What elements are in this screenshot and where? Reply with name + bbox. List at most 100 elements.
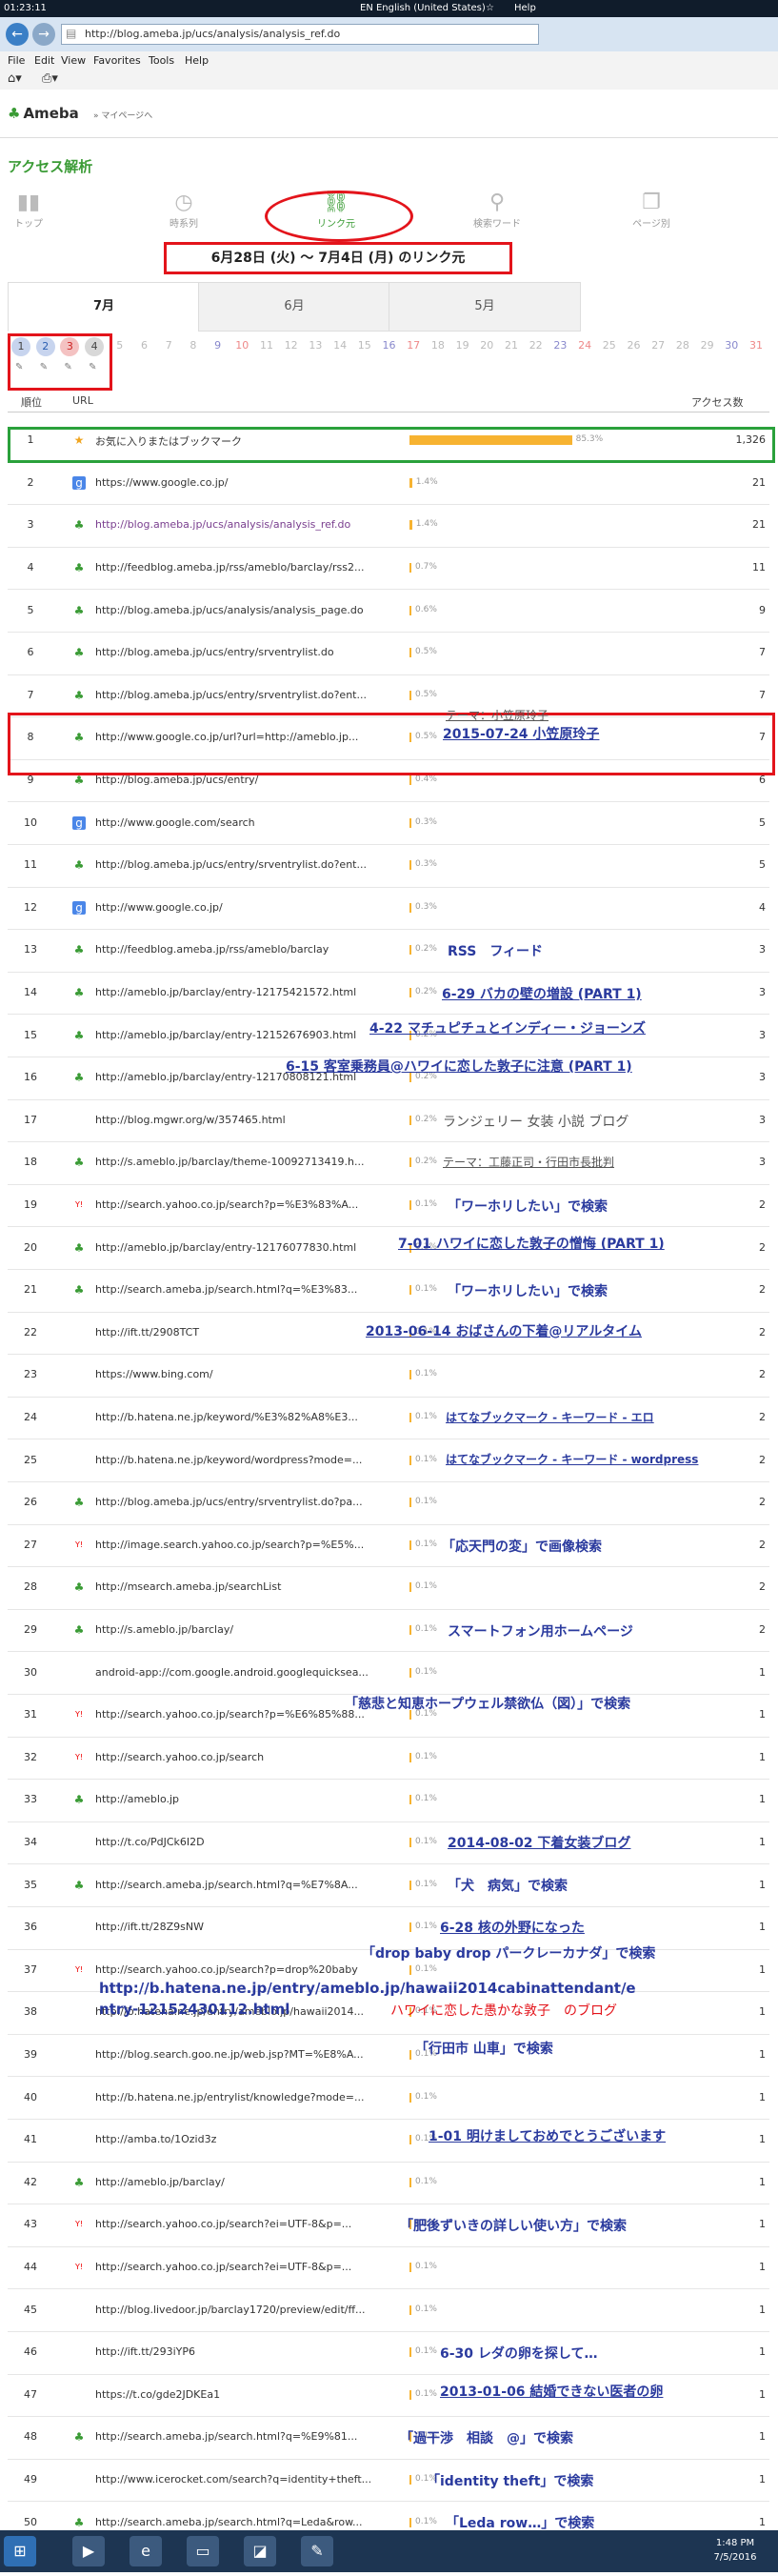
- ie-icon[interactable]: e: [130, 2536, 162, 2566]
- referrer-url[interactable]: http://ameblo.jp/barclay/: [95, 2176, 381, 2188]
- referrer-url[interactable]: http://blog.ameba.jp/ucs/entry/srventryl…: [95, 646, 381, 658]
- day-26[interactable]: 26: [624, 339, 645, 352]
- referrer-url[interactable]: http://blog.ameba.jp/ucs/entry/srventryl…: [95, 689, 381, 701]
- tab-pages[interactable]: ❐ ページ別: [604, 191, 699, 230]
- referrer-url[interactable]: http://search.ameba.jp/search.html?q=Led…: [95, 2516, 381, 2528]
- day-12[interactable]: 12: [281, 339, 302, 352]
- taskbar-app-icon[interactable]: ▶: [72, 2536, 105, 2566]
- referrer-url[interactable]: https://www.bing.com/: [95, 1368, 381, 1380]
- day-10[interactable]: 10: [231, 339, 252, 352]
- referrer-url[interactable]: http://feedblog.ameba.jp/rss/ameblo/barc…: [95, 561, 381, 574]
- language-indicator[interactable]: EN English (United States): [360, 3, 486, 13]
- menu-view[interactable]: View: [61, 54, 86, 67]
- day-29[interactable]: 29: [697, 339, 718, 352]
- day-15[interactable]: 15: [354, 339, 375, 352]
- referrer-url[interactable]: http://s.ameblo.jp/barclay/: [95, 1623, 381, 1636]
- referrer-url[interactable]: http://ift.tt/293iYP6: [95, 2345, 381, 2358]
- referrer-url[interactable]: http://t.co/PdJCk6I2D: [95, 1836, 381, 1848]
- day-23[interactable]: 23: [549, 339, 570, 352]
- referrer-url[interactable]: http://blog.ameba.jp/ucs/entry/srventryl…: [95, 1496, 381, 1508]
- help-link[interactable]: Help: [514, 3, 536, 13]
- referrer-url[interactable]: http://search.yahoo.co.jp/search: [95, 1751, 381, 1763]
- day-8[interactable]: 8: [183, 339, 204, 352]
- referrer-url[interactable]: http://blog.search.goo.ne.jp/web.jsp?MT=…: [95, 2048, 381, 2061]
- tab-top[interactable]: ▮▮ トップ: [0, 191, 76, 230]
- referrer-url[interactable]: http://www.google.com/search: [95, 816, 381, 829]
- tab-search-words[interactable]: ⚲ 検索ワード: [449, 191, 545, 230]
- referrer-url[interactable]: http://b.hatena.ne.jp/keyword/%E3%82%A8%…: [95, 1411, 381, 1423]
- day-25[interactable]: 25: [599, 339, 620, 352]
- referrer-url[interactable]: http://search.ameba.jp/search.html?q=%E3…: [95, 1283, 381, 1296]
- referrer-url[interactable]: https://t.co/gde2JDKEa1: [95, 2388, 381, 2401]
- day-6[interactable]: 6: [134, 339, 155, 352]
- day-31[interactable]: 31: [746, 339, 767, 352]
- day-17[interactable]: 17: [403, 339, 424, 352]
- ameba-logo[interactable]: ♣ Ameba: [8, 105, 79, 122]
- tab-month-may[interactable]: 5月: [389, 282, 581, 332]
- referrer-url[interactable]: http://search.yahoo.co.jp/search?ei=UTF-…: [95, 2218, 381, 2230]
- day-7[interactable]: 7: [158, 339, 179, 352]
- referrer-url[interactable]: http://search.yahoo.co.jp/search?p=%E3%8…: [95, 1198, 381, 1211]
- day-27[interactable]: 27: [648, 339, 668, 352]
- tab-month-jun[interactable]: 6月: [198, 282, 390, 332]
- menu-tools[interactable]: Tools: [149, 54, 174, 67]
- referrer-url[interactable]: http://blog.mgwr.org/w/357465.html: [95, 1114, 381, 1126]
- referrer-url[interactable]: http://search.ameba.jp/search.html?q=%E7…: [95, 1879, 381, 1891]
- day-22[interactable]: 22: [526, 339, 547, 352]
- referrer-url[interactable]: http://search.ameba.jp/search.html?q=%E9…: [95, 2430, 381, 2443]
- menu-help[interactable]: Help: [185, 54, 209, 67]
- day-21[interactable]: 21: [501, 339, 522, 352]
- mypage-link[interactable]: » マイページへ: [93, 109, 152, 121]
- referrer-url[interactable]: android-app://com.google.android.googleq…: [95, 1666, 381, 1679]
- day-14[interactable]: 14: [329, 339, 350, 352]
- day-16[interactable]: 16: [379, 339, 400, 352]
- day-20[interactable]: 20: [476, 339, 497, 352]
- referrer-url[interactable]: http://search.yahoo.co.jp/search?ei=UTF-…: [95, 2261, 381, 2273]
- referrer-url[interactable]: http://b.hatena.ne.jp/entrylist/knowledg…: [95, 2091, 381, 2103]
- referrer-url[interactable]: http://ameblo.jp/barclay/entry-121754215…: [95, 986, 381, 998]
- referrer-url[interactable]: http://ift.tt/28Z9sNW: [95, 1921, 381, 1933]
- menu-edit[interactable]: Edit: [34, 54, 54, 67]
- referrer-url[interactable]: http://blog.ameba.jp/ucs/entry/: [95, 774, 381, 786]
- referrer-url[interactable]: http://www.google.co.jp/: [95, 901, 381, 914]
- referrer-url[interactable]: https://www.google.co.jp/: [95, 476, 381, 489]
- day-24[interactable]: 24: [574, 339, 595, 352]
- referrer-url[interactable]: http://search.yahoo.co.jp/search?p=%E6%8…: [95, 1708, 381, 1721]
- referrer-url[interactable]: http://ameblo.jp/barclay/entry-121526769…: [95, 1029, 381, 1041]
- referrer-url[interactable]: http://blog.ameba.jp/ucs/analysis/analys…: [95, 604, 381, 616]
- referrer-url[interactable]: http://ift.tt/2908TCT: [95, 1326, 381, 1338]
- tab-month-jul[interactable]: 7月: [8, 282, 200, 332]
- referrer-url[interactable]: http://amba.to/1Ozid3z: [95, 2133, 381, 2145]
- referrer-url[interactable]: http://blog.ameba.jp/ucs/entry/srventryl…: [95, 858, 381, 871]
- day-9[interactable]: 9: [208, 339, 229, 352]
- referrer-url[interactable]: http://search.yahoo.co.jp/search?p=drop%…: [95, 1963, 381, 1976]
- referrer-url[interactable]: http://feedblog.ameba.jp/rss/ameblo/barc…: [95, 943, 381, 956]
- start-button[interactable]: ⊞: [4, 2536, 36, 2566]
- day-13[interactable]: 13: [305, 339, 326, 352]
- referrer-url[interactable]: http://blog.livedoor.jp/barclay1720/prev…: [95, 2304, 381, 2316]
- paint-icon[interactable]: ✎: [301, 2536, 333, 2566]
- referrer-url[interactable]: http://s.ameblo.jp/barclay/theme-1009271…: [95, 1156, 381, 1168]
- referrer-url[interactable]: http://image.search.yahoo.co.jp/search?p…: [95, 1539, 381, 1551]
- day-5[interactable]: 5: [110, 339, 130, 352]
- referrer-url[interactable]: http://ameblo.jp: [95, 1793, 381, 1805]
- back-button[interactable]: ←: [6, 23, 29, 46]
- day-11[interactable]: 11: [256, 339, 277, 352]
- taskbar-clock[interactable]: 1:48 PM 7/5/2016: [707, 2536, 764, 2565]
- print-icon[interactable]: ⎙▾: [42, 71, 58, 86]
- home-icon[interactable]: ⌂▾: [8, 71, 22, 86]
- tab-timeseries[interactable]: ◷ 時系列: [136, 191, 231, 230]
- folder-icon[interactable]: ▭: [187, 2536, 219, 2566]
- url-field[interactable]: ▤ http://blog.ameba.jp/ucs/analysis/anal…: [61, 24, 539, 45]
- referrer-url[interactable]: http://ameblo.jp/barclay/entry-121760778…: [95, 1241, 381, 1254]
- referrer-url[interactable]: http://blog.ameba.jp/ucs/analysis/analys…: [95, 518, 381, 531]
- day-18[interactable]: 18: [428, 339, 449, 352]
- referrer-url[interactable]: http://msearch.ameba.jp/searchList: [95, 1580, 381, 1593]
- referrer-url[interactable]: http://b.hatena.ne.jp/keyword/wordpress?…: [95, 1454, 381, 1466]
- menu-file[interactable]: File: [8, 54, 25, 67]
- day-30[interactable]: 30: [721, 339, 742, 352]
- window-icon[interactable]: ◪: [244, 2536, 276, 2566]
- day-28[interactable]: 28: [672, 339, 693, 352]
- forward-button[interactable]: →: [32, 23, 55, 46]
- day-19[interactable]: 19: [452, 339, 473, 352]
